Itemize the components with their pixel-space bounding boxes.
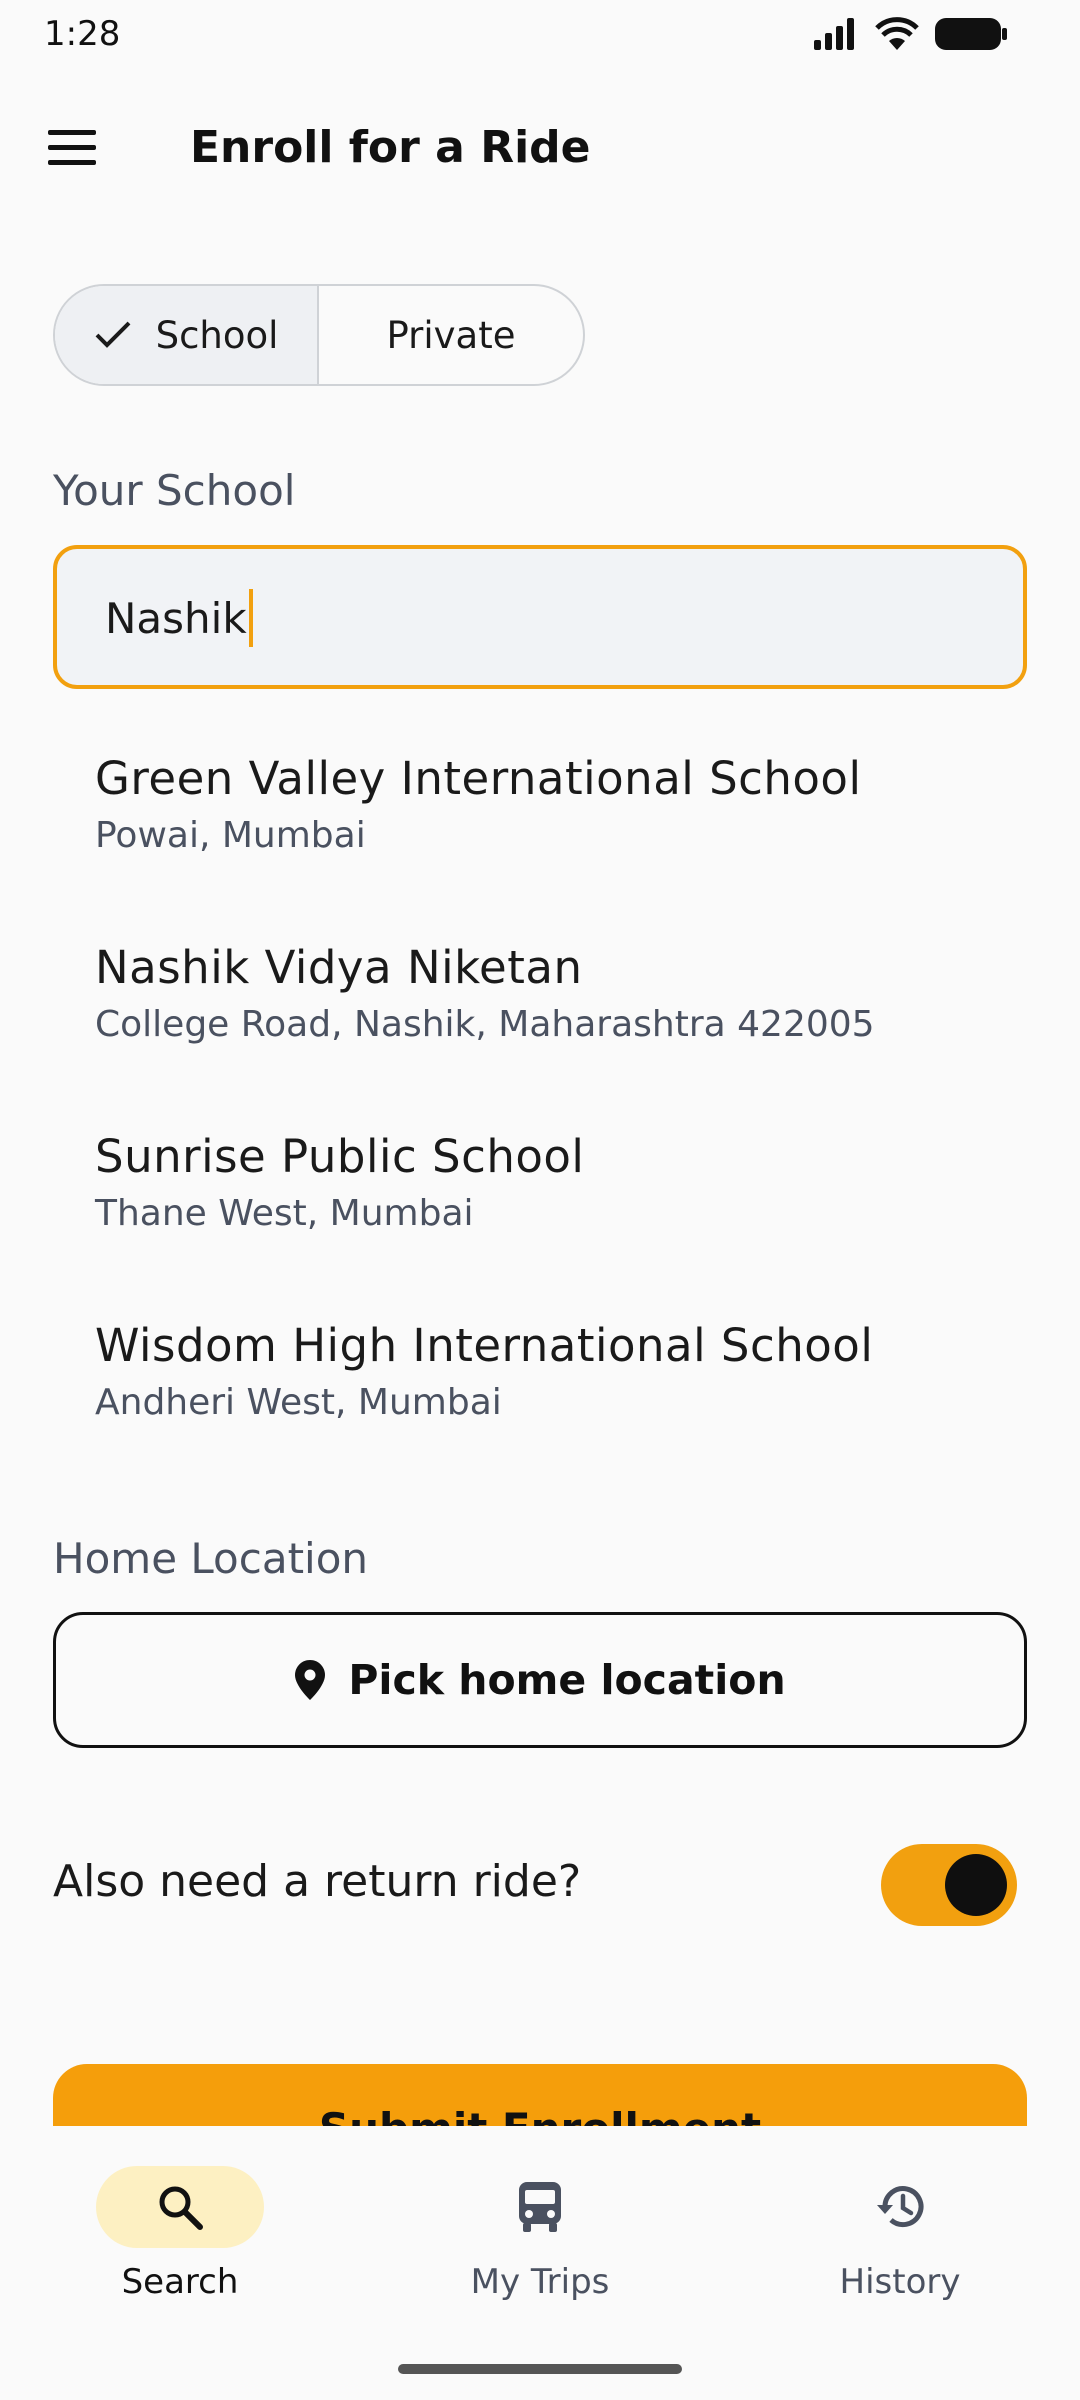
school-search-value: Nashik [105, 593, 247, 643]
app-bar: Enroll for a Ride [0, 100, 1080, 200]
history-icon [877, 2186, 924, 2228]
school-suggestion[interactable]: Nashik Vidya Niketan College Road, Nashi… [95, 941, 1035, 1045]
home-location-label: Home Location [53, 1534, 369, 1583]
segment-private[interactable]: Private [319, 286, 583, 384]
nav-label: Search [121, 2262, 239, 2302]
text-caret [248, 589, 253, 647]
search-icon [159, 2186, 203, 2230]
page-title: Enroll for a Ride [190, 122, 591, 173]
pick-home-location-button[interactable]: Pick home location [53, 1612, 1027, 1748]
suggestion-name: Green Valley International School [95, 752, 862, 805]
suggestion-address: Andheri West, Mumbai [95, 1382, 502, 1423]
school-label: Your School [53, 466, 296, 515]
bottom-navigation: Search My Trips History [0, 2126, 1080, 2400]
return-ride-switch[interactable] [881, 1844, 1017, 1926]
check-icon [95, 321, 130, 348]
battery-icon [935, 18, 1007, 50]
suggestion-name: Sunrise Public School [95, 1130, 585, 1183]
nav-label: History [839, 2262, 961, 2302]
return-ride-label: Also need a return ride? [53, 1856, 582, 1907]
signal-icon [814, 18, 854, 50]
nav-label: My Trips [470, 2262, 610, 2302]
home-indicator [398, 2364, 682, 2374]
suggestion-address: College Road, Nashik, Maharashtra 422005 [95, 1004, 875, 1045]
segment-school[interactable]: School [55, 286, 319, 384]
location-pin-icon [295, 1660, 326, 1700]
suggestion-name: Nashik Vidya Niketan [95, 941, 583, 994]
ride-type-toggle: School Private [53, 284, 585, 386]
nav-item-search[interactable]: Search [30, 2166, 330, 2302]
wifi-icon [875, 17, 919, 50]
pick-home-location-label: Pick home location [348, 1656, 786, 1704]
suggestion-name: Wisdom High International School [95, 1319, 874, 1372]
nav-item-my-trips[interactable]: My Trips [390, 2166, 690, 2302]
switch-knob [945, 1854, 1007, 1916]
suggestion-address: Powai, Mumbai [95, 815, 366, 856]
status-bar: 1:28 [0, 0, 1080, 72]
menu-icon[interactable] [48, 126, 98, 170]
school-suggestion[interactable]: Green Valley International School Powai,… [95, 752, 1035, 856]
status-time: 1:28 [44, 14, 121, 54]
segment-private-label: Private [386, 313, 516, 357]
school-suggestion[interactable]: Sunrise Public School Thane West, Mumbai [95, 1130, 1035, 1234]
segment-school-label: School [155, 313, 279, 357]
bus-icon [519, 2182, 561, 2232]
suggestion-address: Thane West, Mumbai [95, 1193, 474, 1234]
school-search-input[interactable]: Nashik [53, 545, 1027, 689]
status-icons [812, 16, 1008, 52]
nav-item-history[interactable]: History [750, 2166, 1050, 2302]
school-suggestion[interactable]: Wisdom High International School Andheri… [95, 1319, 1035, 1423]
